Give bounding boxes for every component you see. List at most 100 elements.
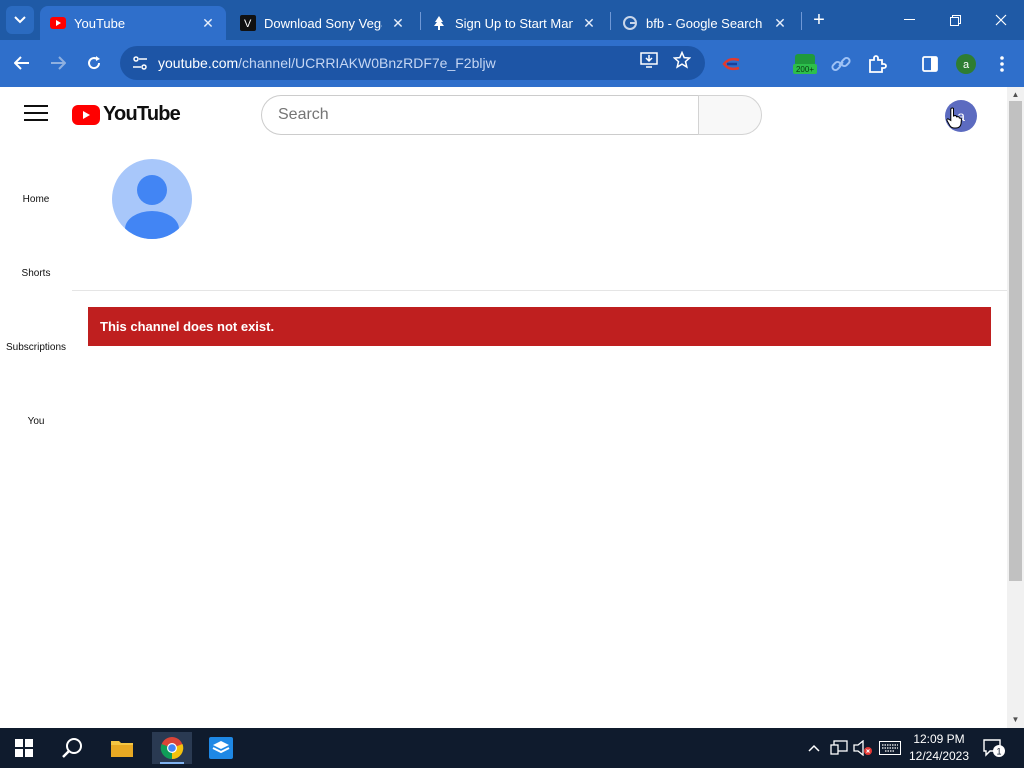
page-scrollbar[interactable]: ▲ ▼ (1007, 87, 1024, 728)
guide-item-you[interactable]: You (0, 416, 72, 427)
scroll-down-icon[interactable]: ▼ (1011, 715, 1020, 724)
tab-title: Sign Up to Start Mana (455, 15, 573, 31)
chrome-taskbar-button[interactable] (152, 732, 192, 764)
search-taskbar-button[interactable] (52, 732, 92, 764)
tab-separator (610, 12, 611, 30)
v-favicon: V (240, 15, 256, 31)
close-tab-icon[interactable]: ✕ (200, 15, 216, 31)
address-bar[interactable]: youtube.com/channel/UCRRIAKW0BnzRDF7e_F2… (120, 46, 705, 80)
hand-cursor-icon (946, 107, 962, 134)
youtube-wordmark: YouTube (103, 103, 181, 125)
search-icon (62, 738, 82, 758)
start-button[interactable] (4, 732, 44, 764)
extension-badge-icon[interactable]: 200+ (792, 53, 818, 75)
youtube-favicon (50, 15, 66, 31)
side-panel-icon[interactable] (919, 53, 941, 75)
error-alert: This channel does not exist. (88, 307, 991, 346)
bookmark-star-icon[interactable] (671, 49, 693, 71)
reload-button[interactable] (81, 50, 107, 76)
svg-text:V: V (244, 18, 252, 30)
taskbar-clock[interactable]: 12:09 PM 12/24/2023 (900, 731, 978, 765)
tab-title: bfb - Google Search (646, 15, 763, 31)
hamburger-icon (24, 105, 48, 107)
new-tab-button[interactable]: + (808, 10, 830, 32)
profile-initial: a (963, 59, 970, 71)
tab-google-search[interactable]: bfb - Google Search ✕ (612, 6, 798, 40)
tab-search-button[interactable] (6, 6, 34, 34)
browser-tab-strip: YouTube ✕ V Download Sony Vegas ✕ Sign U… (0, 0, 1024, 40)
url-host: youtube.com (158, 55, 239, 71)
minimize-icon (903, 19, 915, 20)
tab-separator (801, 12, 802, 30)
notification-count: 1 (996, 747, 1001, 757)
back-button[interactable] (9, 50, 35, 76)
youtube-page: YouTube a Home Shorts Subscriptions You … (0, 87, 1007, 728)
extensions-puzzle-icon[interactable] (866, 53, 888, 75)
windows-logo-icon (15, 739, 33, 757)
youtube-logo[interactable]: YouTube (72, 103, 181, 126)
store-app-button[interactable] (201, 732, 241, 764)
arrow-left-icon (14, 56, 29, 70)
chrome-icon (160, 737, 184, 760)
tab-sony-vegas[interactable]: V Download Sony Vegas ✕ (230, 6, 416, 40)
guide-item-subscriptions[interactable]: Subscriptions (0, 342, 72, 353)
network-icon (830, 740, 848, 755)
scroll-up-icon[interactable]: ▲ (1011, 90, 1020, 99)
tab-sign-up[interactable]: Sign Up to Start Mana ✕ (421, 6, 607, 40)
tree-favicon (431, 15, 447, 31)
guide-item-shorts[interactable]: Shorts (0, 268, 72, 279)
tab-youtube[interactable]: YouTube ✕ (40, 6, 226, 40)
file-explorer-button[interactable] (102, 732, 142, 764)
scroll-thumb[interactable] (1009, 101, 1022, 581)
link-extension-icon[interactable] (830, 53, 852, 75)
install-app-icon[interactable] (638, 49, 660, 71)
close-tab-icon[interactable]: ✕ (581, 15, 597, 31)
restore-button[interactable] (942, 8, 968, 32)
default-user-icon (112, 159, 192, 239)
show-hidden-icons-button[interactable] (806, 738, 822, 758)
header-divider (72, 290, 1007, 291)
chevron-up-icon (808, 744, 820, 752)
youtube-play-icon (72, 104, 100, 125)
forward-button[interactable] (45, 50, 71, 76)
browser-toolbar: youtube.com/channel/UCRRIAKW0BnzRDF7e_F2… (0, 40, 1024, 87)
close-icon (995, 14, 1007, 26)
folder-icon (111, 741, 133, 757)
reload-icon (88, 56, 101, 70)
channel-avatar (112, 159, 192, 239)
url-text[interactable]: youtube.com/channel/UCRRIAKW0BnzRDF7e_F2… (158, 55, 496, 71)
clock-date: 12/24/2023 (908, 749, 970, 763)
guide-item-home[interactable]: Home (0, 194, 72, 205)
minimize-button[interactable] (896, 8, 922, 32)
tab-title: YouTube (74, 15, 126, 31)
search-input[interactable] (261, 95, 698, 135)
site-settings-icon[interactable] (128, 51, 152, 75)
guide-menu-button[interactable] (24, 105, 48, 123)
close-tab-icon[interactable]: ✕ (390, 15, 406, 31)
tab-title: Download Sony Vegas (264, 15, 382, 31)
volume-muted-icon (853, 740, 872, 756)
box-app-icon (209, 737, 233, 759)
volume-status[interactable] (853, 738, 873, 758)
google-favicon (622, 15, 638, 31)
notification-icon: 1 (983, 739, 1005, 757)
url-path: /channel/UCRRIAKW0BnzRDF7e_F2bljw (238, 55, 496, 71)
extension-badge-text: 200+ (796, 65, 814, 74)
chevron-down-icon (14, 16, 26, 24)
windows-taskbar: 12:09 PM 12/24/2023 1 (0, 728, 1024, 768)
keyboard-button[interactable] (878, 738, 902, 758)
network-status[interactable] (829, 738, 849, 758)
restore-icon (949, 14, 961, 26)
clock-time: 12:09 PM (913, 732, 965, 746)
profile-avatar[interactable]: a (955, 53, 977, 75)
close-tab-icon[interactable]: ✕ (772, 15, 788, 31)
extension-red-blue-icon[interactable] (720, 53, 742, 75)
arrow-right-icon (51, 56, 66, 70)
search-box (261, 95, 762, 135)
alert-message: This channel does not exist. (100, 319, 275, 334)
notifications-button[interactable]: 1 (982, 738, 1006, 758)
close-window-button[interactable] (988, 8, 1014, 32)
chrome-menu-icon[interactable] (991, 53, 1013, 75)
search-button[interactable] (698, 95, 762, 135)
keyboard-icon (879, 741, 901, 755)
